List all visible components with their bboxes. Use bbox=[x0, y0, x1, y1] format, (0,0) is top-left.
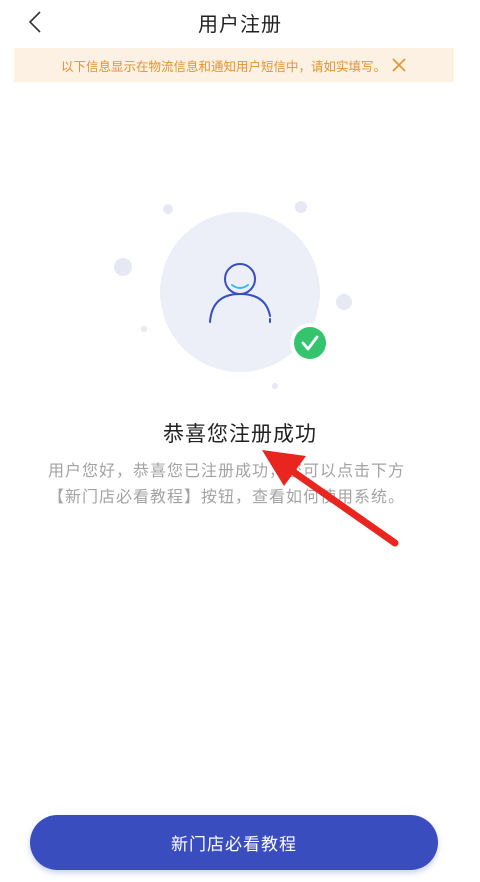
decor-dot bbox=[163, 204, 173, 214]
page-title: 用户注册 bbox=[198, 12, 282, 36]
decor-dot bbox=[114, 258, 132, 276]
success-description: 用户您好，恭喜您已注册成功，您可以点击下方【新门店必看教程】按钮，查看如何使用系… bbox=[48, 461, 406, 506]
notice-text: 以下信息显示在物流信息和通知用户短信中，请如实填写。 bbox=[60, 58, 386, 74]
success-illustration bbox=[114, 201, 352, 389]
nav-bar: 用户注册 bbox=[0, 0, 480, 44]
decor-dot bbox=[272, 383, 278, 389]
close-icon[interactable] bbox=[391, 57, 407, 73]
notice-bar: 以下信息显示在物流信息和通知用户短信中，请如实填写。 bbox=[14, 48, 454, 82]
success-title: 恭喜您注册成功 bbox=[163, 422, 317, 446]
decor-dot bbox=[295, 201, 307, 213]
decor-dot bbox=[336, 294, 352, 310]
checkmark-icon bbox=[290, 323, 330, 363]
decor-dot bbox=[141, 326, 147, 332]
new-store-tutorial-button[interactable]: 新门店必看教程 bbox=[30, 815, 438, 870]
